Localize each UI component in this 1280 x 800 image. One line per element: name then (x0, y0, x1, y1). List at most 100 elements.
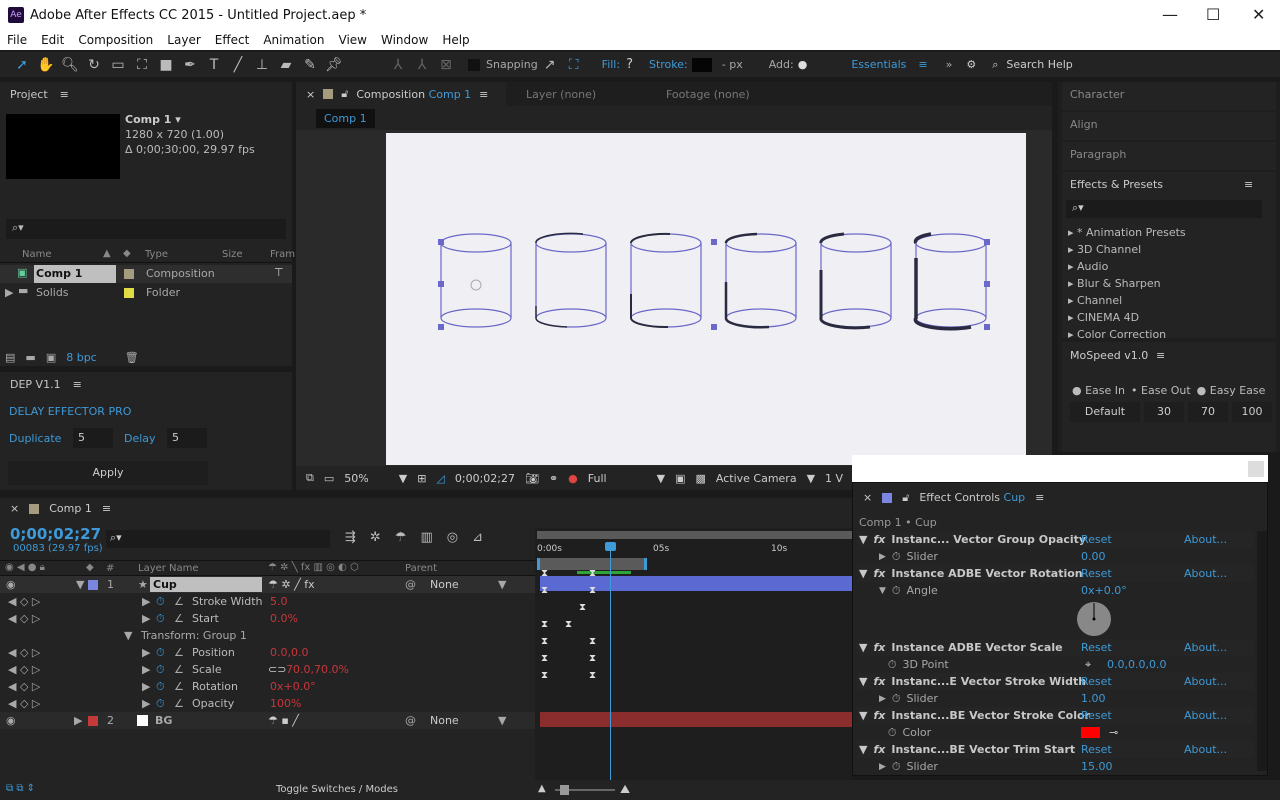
collapse-icon[interactable]: ▼ (124, 629, 132, 642)
preset-category[interactable]: ▸ CINEMA 4D (1068, 309, 1186, 326)
effect-header[interactable]: ▼ fx Instance ADBE Vector Scale Reset About.… (857, 639, 1253, 656)
stopwatch-icon[interactable]: ⏱ (156, 663, 165, 677)
eraser-tool-icon[interactable]: ▰ (274, 57, 298, 73)
property-value[interactable]: 0x+0.0° (270, 680, 316, 693)
effect-header[interactable]: ▼ fx Instanc...BE Vector Trim Start Reset Ab… (857, 741, 1253, 758)
layer-switches[interactable]: ☂ ▪ ╱ (268, 714, 299, 727)
about-link[interactable]: About... (1184, 567, 1227, 580)
zoom-tool-icon[interactable]: 🔍︎ (58, 57, 82, 73)
reset-link[interactable]: Reset (1081, 709, 1112, 722)
eyedropper-icon[interactable]: ⊸ (1109, 726, 1118, 739)
menu-file[interactable]: File (0, 33, 34, 47)
close-button[interactable]: ✕ (1252, 5, 1265, 24)
graph-icon[interactable]: ∠ (174, 663, 184, 676)
fx-icon[interactable]: fx (873, 641, 885, 654)
about-link[interactable]: About... (1184, 743, 1227, 756)
keyframe-nav-icon[interactable]: ◀ ◇ ▷ (8, 680, 40, 693)
panel-menu-icon[interactable]: ≡ (1244, 178, 1253, 191)
timeline-tab[interactable]: Comp 1 (49, 502, 92, 515)
col-frame[interactable]: Fram (270, 249, 295, 260)
constrain-proportions-icon[interactable]: ⊂⊃ (268, 663, 286, 676)
keyframe-nav-icon[interactable]: ◀ ◇ ▷ (8, 595, 40, 608)
parent-select[interactable]: None (430, 578, 459, 591)
close-tab-icon[interactable]: × (10, 502, 19, 515)
col-size[interactable]: Size (222, 249, 243, 260)
stroke-swatch[interactable] (691, 57, 712, 72)
keyframe[interactable]: ⧗ (589, 636, 596, 647)
camera-tool-icon[interactable]: ▭ (106, 57, 130, 73)
property-value[interactable]: 70.0,70.0% (286, 663, 349, 676)
param-value[interactable]: 0.00 (1081, 550, 1106, 563)
channel-icon[interactable]: ● (568, 472, 578, 485)
magnification-dropdown-icon[interactable]: ▼ (399, 472, 407, 485)
clone-stamp-tool-icon[interactable]: ⊥ (250, 57, 274, 73)
search-help-input[interactable]: Search Help (1006, 58, 1072, 71)
collapse-icon[interactable]: ▼ (859, 709, 867, 722)
toggle-switches-modes[interactable]: Toggle Switches / Modes (276, 784, 398, 795)
reset-link[interactable]: Reset (1081, 641, 1112, 654)
effect-controls-tab[interactable]: Effect Controls Cup (919, 491, 1025, 505)
window-control[interactable] (1248, 461, 1264, 477)
scrollbar[interactable] (1257, 531, 1267, 771)
tab-layer[interactable]: Layer (none) (526, 88, 596, 101)
tab-footage[interactable]: Footage (none) (666, 88, 750, 101)
about-link[interactable]: About... (1184, 675, 1227, 688)
camera-dropdown-icon[interactable]: ▼ (807, 472, 815, 485)
graph-icon[interactable]: ∠ (174, 697, 184, 710)
expand-icon[interactable]: ▶ (879, 694, 886, 704)
snap-icon[interactable]: ↗ (538, 57, 562, 73)
stopwatch-icon[interactable]: ⏱ (156, 595, 165, 609)
fx-icon[interactable]: fx (873, 567, 885, 580)
keyframe[interactable]: ⧗ (541, 636, 548, 647)
snap-grid-icon[interactable]: ⛶ (562, 57, 586, 73)
fx-icon[interactable]: fx (873, 743, 885, 756)
property-value[interactable]: 0.0% (270, 612, 298, 625)
keyframe-nav-icon[interactable]: ◀ ◇ ▷ (8, 612, 40, 625)
preset-category[interactable]: ▸ Channel (1068, 292, 1186, 309)
keyframe[interactable]: ⧗ (541, 585, 548, 596)
label-swatch[interactable] (88, 579, 98, 590)
project-item-comp[interactable]: ▣ Comp 1 Composition ⊤ (0, 265, 292, 283)
expand-icon[interactable]: ▶ (142, 612, 150, 625)
ease-out-radio[interactable]: • Ease Out (1131, 384, 1191, 397)
keyframe[interactable]: ⧗ (589, 670, 596, 681)
expand-icon[interactable]: ▶ (142, 595, 150, 608)
collapse-icon[interactable]: ▼ (859, 743, 867, 756)
expand-icon[interactable]: ▶ (142, 646, 150, 659)
zoom-out-icon[interactable]: ▲ (538, 783, 546, 794)
project-item-solids[interactable]: ▶ ▬ Solids Folder (0, 284, 292, 302)
param-value[interactable]: 1.00 (1081, 692, 1106, 705)
pickwhip-icon[interactable]: @ (405, 714, 416, 727)
keyframe[interactable]: ⧗ (541, 568, 548, 579)
keyframe[interactable]: ⧗ (541, 653, 548, 664)
puppet-pin-tool-icon[interactable]: 📌︎ (322, 57, 346, 73)
frame-blending-icon[interactable]: ▥ (420, 530, 432, 545)
parent-dropdown-icon[interactable]: ▼ (498, 714, 506, 727)
collapse-icon[interactable]: ▼ (859, 567, 867, 580)
panel-menu-icon[interactable]: ≡ (102, 502, 111, 515)
align-panel[interactable]: Align (1062, 112, 1276, 140)
reset-link[interactable]: Reset (1081, 743, 1112, 756)
expand-icon[interactable] (879, 660, 882, 670)
duplicate-input[interactable]: 5 (73, 428, 113, 448)
property-value[interactable]: 0.0,0.0 (270, 646, 308, 659)
graph-icon[interactable]: ∠ (174, 646, 184, 659)
stopwatch-icon[interactable]: ⏱ (892, 584, 901, 598)
expand-icon[interactable]: ▶ (142, 697, 150, 710)
panel-menu-icon[interactable]: ≡ (73, 378, 82, 391)
new-folder-icon[interactable]: ▬ (25, 351, 35, 364)
param-value[interactable]: 0x+0.0° (1081, 584, 1127, 597)
reset-link[interactable]: Reset (1081, 533, 1112, 546)
preset-category[interactable]: ▸ Audio (1068, 258, 1186, 275)
fill-label[interactable]: Fill: (602, 58, 620, 71)
speed-100-button[interactable]: 100 (1232, 402, 1272, 422)
layer-name[interactable]: BG (155, 714, 172, 727)
param-value[interactable]: 15.00 (1081, 760, 1113, 773)
effect-header[interactable]: ▼ fx Instanc... Vector Group Opacity Reset A… (857, 531, 1253, 548)
add-label[interactable]: Add: (769, 58, 794, 71)
draft-3d-icon[interactable]: ✲ (370, 530, 381, 545)
layer-bar-bg[interactable] (540, 712, 852, 727)
menu-window[interactable]: Window (374, 33, 435, 47)
stopwatch-icon[interactable]: ⏱ (888, 726, 897, 740)
workspace-essentials[interactable]: Essentials (851, 58, 906, 71)
